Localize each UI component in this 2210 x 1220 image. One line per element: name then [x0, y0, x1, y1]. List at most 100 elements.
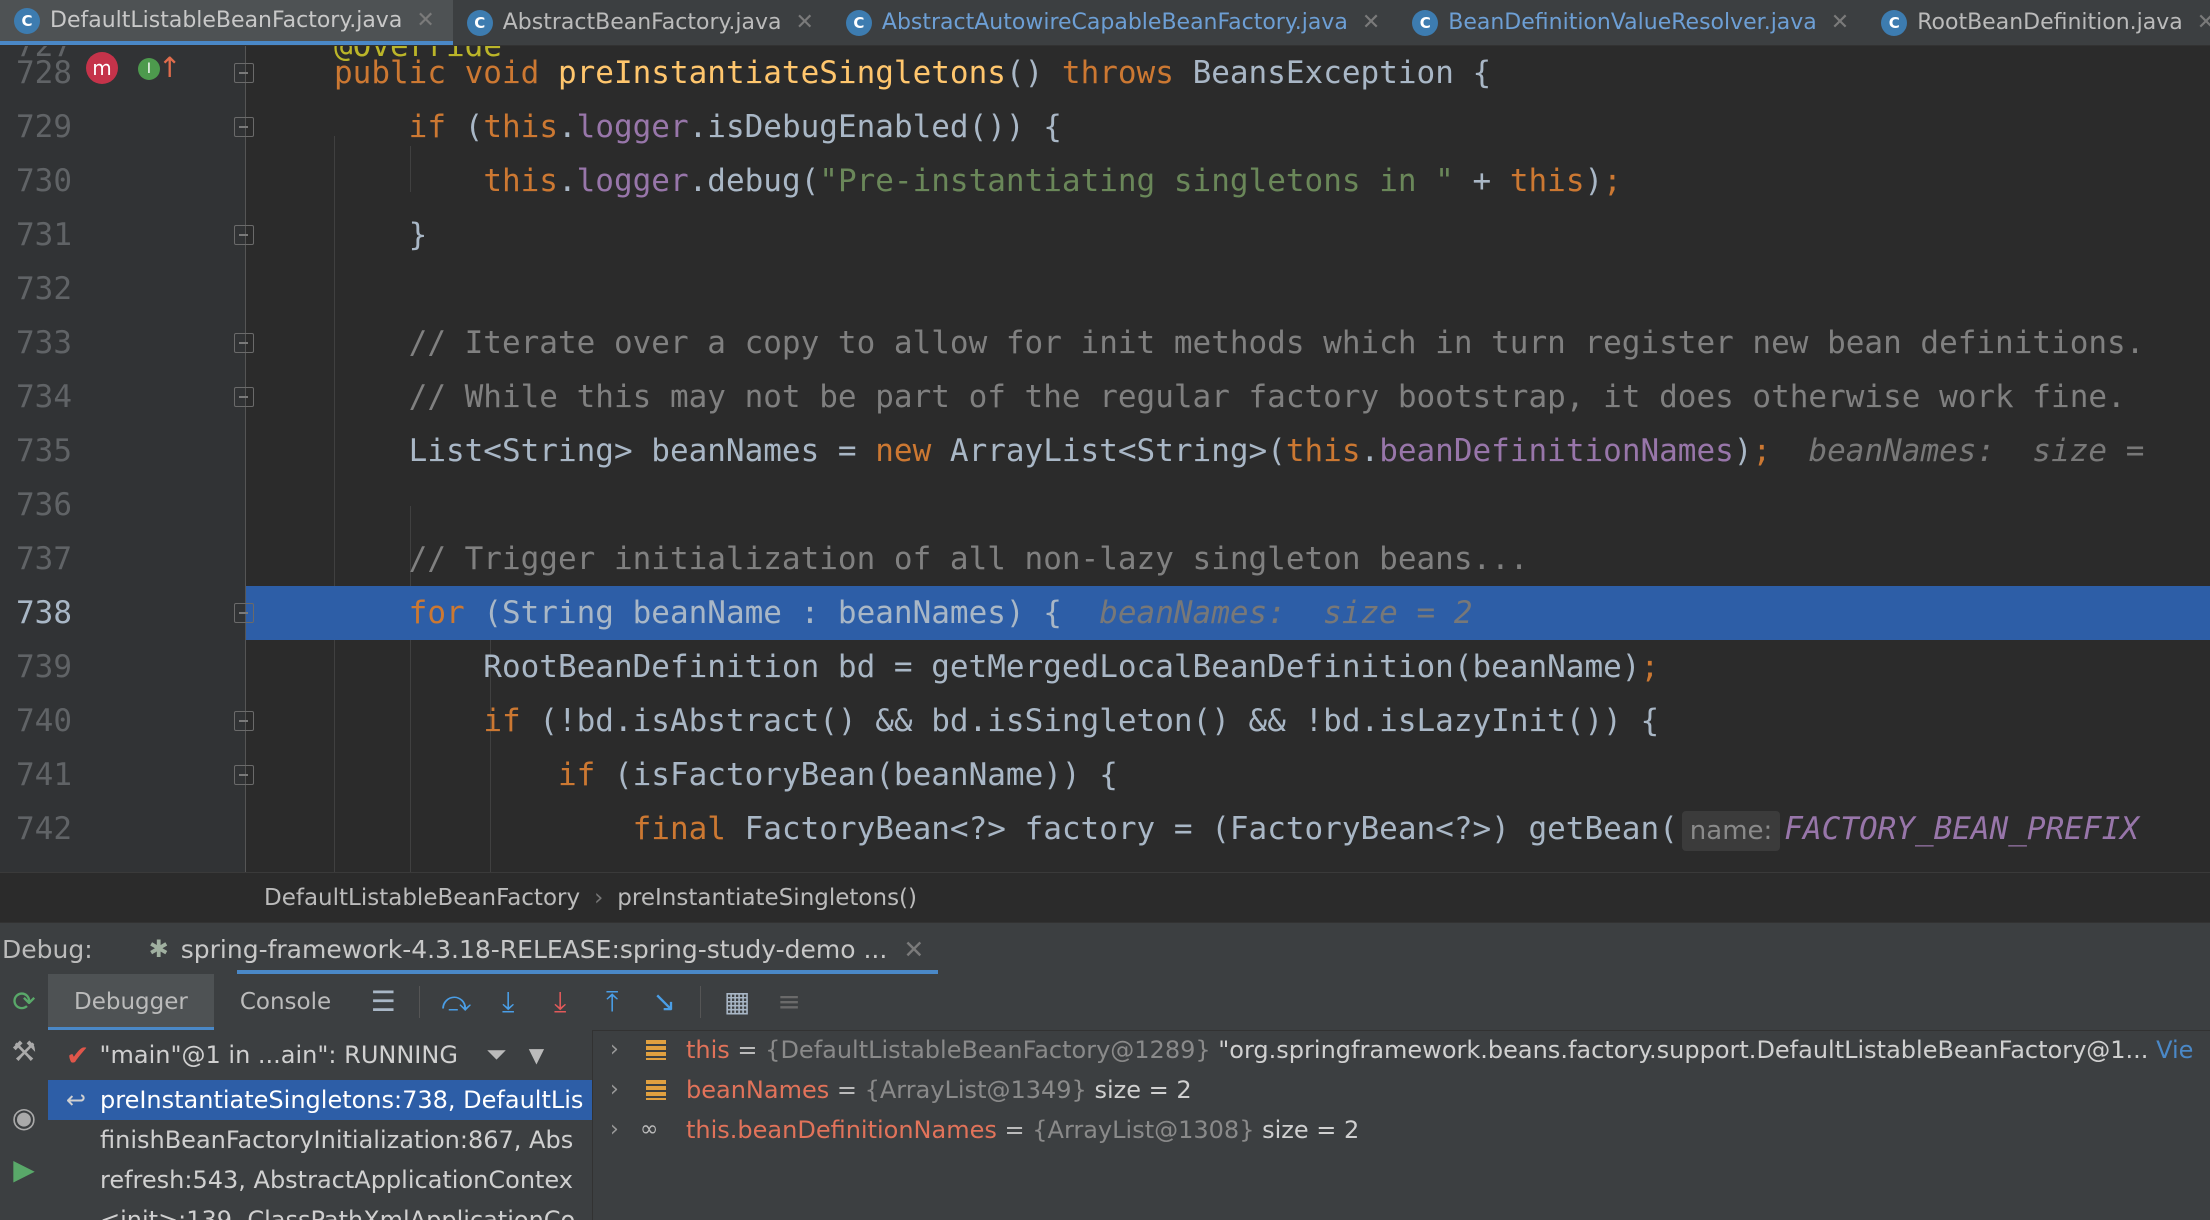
stack-frame[interactable]: ↩ preInstantiateSingletons:738, DefaultLi…: [48, 1080, 592, 1120]
wrench-icon[interactable]: ⚒: [8, 1036, 40, 1068]
code-text: final FactoryBean<?> factory = (FactoryB…: [334, 802, 2139, 856]
breadcrumb: DefaultListableBeanFactory › preInstanti…: [0, 872, 2210, 922]
line-number[interactable]: 741: [0, 748, 72, 802]
eye-icon[interactable]: ◉: [8, 1102, 40, 1134]
override-arrow-icon[interactable]: ↑: [158, 52, 181, 84]
chevron-right-icon[interactable]: ›: [610, 1030, 619, 1070]
variable-name: this: [686, 1036, 730, 1064]
code-line-730[interactable]: 730 this.logger.debug("Pre-instantiating…: [0, 154, 2210, 208]
line-number[interactable]: 730: [0, 154, 72, 208]
fold-marker-icon[interactable]: [234, 333, 254, 353]
step-into-icon[interactable]: ⤓: [482, 982, 534, 1022]
java-class-icon: C: [466, 9, 493, 36]
variable-row[interactable]: › ∞ this.beanDefinitionNames = {ArrayList@…: [594, 1110, 2210, 1150]
fold-marker-icon[interactable]: [234, 603, 254, 623]
filter-icon[interactable]: ⏷: [486, 1040, 507, 1071]
tab-console[interactable]: Console: [214, 974, 357, 1030]
step-out-icon[interactable]: ⤒: [586, 982, 638, 1022]
variable-row[interactable]: › beanNames = {ArrayList@1349} size = 2: [594, 1070, 2210, 1110]
editor-tab[interactable]: C RootBeanDefinition.java ✕: [1867, 0, 2210, 45]
stack-frame[interactable]: finishBeanFactoryInitialization:867, Abs: [48, 1120, 592, 1160]
close-icon[interactable]: ✕: [416, 8, 434, 33]
line-number[interactable]: 728: [0, 46, 72, 100]
debug-label: Debug:: [2, 934, 93, 964]
close-icon[interactable]: ✕: [2197, 10, 2210, 35]
line-number[interactable]: 742: [0, 802, 72, 856]
fold-marker-icon[interactable]: [234, 117, 254, 137]
code-line-737[interactable]: 737 // Trigger initialization of all non…: [0, 532, 2210, 586]
method-breakpoint-icon[interactable]: m: [86, 52, 118, 84]
code-line-738[interactable]: 738 for (String beanName : beanNames) { …: [0, 586, 2210, 640]
trace-stream-icon[interactable]: ≡: [763, 982, 815, 1022]
code-line-742[interactable]: 742 final FactoryBean<?> factory = (Fact…: [0, 802, 2210, 856]
implements-icon[interactable]: I: [138, 58, 160, 80]
line-number[interactable]: 735: [0, 424, 72, 478]
code-line-741[interactable]: 741 if (isFactoryBean(beanName)) {: [0, 748, 2210, 802]
chevron-down-icon[interactable]: ▼: [529, 1043, 544, 1067]
stack-frame-label: preInstantiateSingletons:738, DefaultLis: [100, 1086, 584, 1114]
line-number[interactable]: 732: [0, 262, 72, 316]
code-line-728[interactable]: 728 m I ↑ public void preInstantiateSingleto…: [0, 46, 2210, 100]
close-icon[interactable]: ✕: [795, 10, 813, 35]
stack-frame[interactable]: <init>:139, ClassPathXmlApplicationCo: [48, 1200, 592, 1220]
stack-frame[interactable]: refresh:543, AbstractApplicationContex: [48, 1160, 592, 1200]
toolbar-separator: [700, 986, 702, 1018]
variable-name: this.beanDefinitionNames: [686, 1116, 997, 1144]
editor-tab[interactable]: C AbstractBeanFactory.java ✕: [453, 0, 832, 45]
code-line-735[interactable]: 735 List<String> beanNames = new ArrayLi…: [0, 424, 2210, 478]
view-link[interactable]: Vie: [2156, 1036, 2193, 1064]
code-line-736[interactable]: 736: [0, 478, 2210, 532]
evaluate-expression-icon[interactable]: ▦: [711, 982, 763, 1022]
code-line-729[interactable]: 729 if (this.logger.isDebugEnabled()) {: [0, 100, 2210, 154]
debug-session-tab[interactable]: ✱ spring-framework-4.3.18-RELEASE:spring…: [131, 923, 939, 975]
step-over-icon[interactable]: ⤼: [430, 982, 482, 1022]
check-icon: ✔: [66, 1038, 90, 1072]
close-icon[interactable]: ✕: [903, 935, 924, 964]
breadcrumb-method[interactable]: preInstantiateSingletons(): [617, 885, 917, 911]
tab-debugger[interactable]: Debugger: [48, 974, 214, 1030]
java-class-icon: C: [14, 7, 40, 34]
fold-marker-icon[interactable]: [234, 765, 254, 785]
code-line-731[interactable]: 731 }: [0, 208, 2210, 262]
fold-marker-icon[interactable]: [234, 387, 254, 407]
parameter-hint: name:: [1681, 811, 1781, 851]
variable-row[interactable]: › this = {DefaultListableBeanFactory@1289…: [594, 1030, 2210, 1070]
code-editor[interactable]: 727 @Override 728 m I ↑ public void preInsta…: [0, 46, 2210, 872]
debug-session-name: spring-framework-4.3.18-RELEASE:spring-s…: [180, 934, 888, 964]
layout-menu-icon[interactable]: ☰: [357, 982, 409, 1022]
line-number[interactable]: 737: [0, 532, 72, 586]
close-icon[interactable]: ✕: [1362, 10, 1380, 35]
fold-marker-icon[interactable]: [234, 711, 254, 731]
inline-value-hint: beanNames: size =: [1808, 433, 2145, 469]
editor-tab[interactable]: C BeanDefinitionValueResolver.java ✕: [1398, 0, 1867, 45]
fold-marker-icon[interactable]: [234, 225, 254, 245]
code-line-740[interactable]: 740 if (!bd.isAbstract() && bd.isSinglet…: [0, 694, 2210, 748]
equals-sign: =: [829, 1076, 865, 1104]
code-text: this.logger.debug("Pre-instantiating sin…: [483, 163, 1622, 199]
force-step-into-icon[interactable]: ⤓: [534, 982, 586, 1022]
line-number[interactable]: 736: [0, 478, 72, 532]
line-number[interactable]: 740: [0, 694, 72, 748]
fold-marker-icon[interactable]: [234, 63, 254, 83]
code-line-734[interactable]: 734 // While this may not be part of the…: [0, 370, 2210, 424]
line-number[interactable]: 734: [0, 370, 72, 424]
editor-tab[interactable]: C DefaultListableBeanFactory.java ✕: [0, 0, 453, 45]
run-to-cursor-icon[interactable]: ↘: [638, 982, 690, 1022]
variable-name: beanNames: [686, 1076, 830, 1104]
code-line-732[interactable]: 732: [0, 262, 2210, 316]
code-line-739[interactable]: 739 RootBeanDefinition bd = getMergedLoc…: [0, 640, 2210, 694]
resume-icon[interactable]: ▶: [8, 1154, 40, 1186]
thread-selector[interactable]: ✔ "main"@1 in ...ain": RUNNING ⏷ ▼: [48, 1030, 592, 1080]
breadcrumb-class[interactable]: DefaultListableBeanFactory: [264, 885, 580, 911]
line-number[interactable]: 738: [0, 586, 72, 640]
chevron-right-icon[interactable]: ›: [610, 1110, 619, 1150]
editor-tab[interactable]: C AbstractAutowireCapableBeanFactory.java…: [832, 0, 1398, 45]
line-number[interactable]: 733: [0, 316, 72, 370]
line-number[interactable]: 729: [0, 100, 72, 154]
close-icon[interactable]: ✕: [1831, 10, 1849, 35]
line-number[interactable]: 739: [0, 640, 72, 694]
code-line-733[interactable]: 733 // Iterate over a copy to allow for …: [0, 316, 2210, 370]
rerun-icon[interactable]: ⟳: [8, 986, 40, 1018]
line-number[interactable]: 731: [0, 208, 72, 262]
chevron-right-icon[interactable]: ›: [610, 1070, 619, 1110]
